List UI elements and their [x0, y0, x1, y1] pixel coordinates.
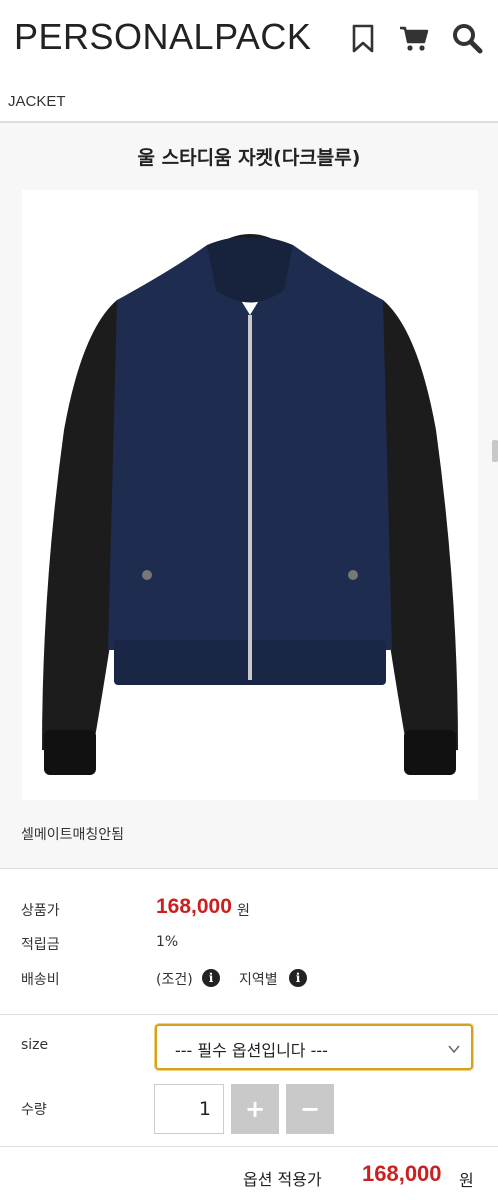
quantity-input[interactable]: 1 [154, 1084, 224, 1134]
size-label: size [21, 1037, 49, 1053]
product-image[interactable] [22, 190, 478, 800]
breadcrumb[interactable]: JACKET [8, 93, 66, 110]
divider [0, 1146, 498, 1147]
points-label: 적립금 [21, 937, 60, 953]
site-logo[interactable]: PERSONALPACK [14, 16, 311, 58]
quantity-minus-button[interactable]: − [286, 1084, 334, 1134]
quantity-label: 수량 [21, 1102, 47, 1118]
size-select-value: --- 필수 옵션입니다 --- [175, 1041, 328, 1060]
price-unit: 원 [237, 903, 250, 919]
size-select[interactable]: --- 필수 옵션입니다 --- [155, 1024, 473, 1070]
quantity-plus-button[interactable]: + [231, 1084, 279, 1134]
product-title: 울 스타디움 자켓(다크블루) [137, 147, 361, 169]
info-icon[interactable]: i [202, 969, 220, 987]
price-value: 168,000 [156, 895, 232, 918]
info-icon[interactable]: i [289, 969, 307, 987]
divider [0, 1014, 498, 1015]
top-header: PERSONALPACK [0, 0, 498, 75]
total-price: 168,000 [362, 1161, 442, 1186]
bookmark-icon[interactable] [347, 22, 379, 54]
search-icon[interactable] [451, 22, 483, 54]
quantity-value: 1 [198, 1098, 211, 1120]
points-value: 1% [156, 934, 179, 950]
total-unit: 원 [459, 1171, 474, 1190]
shipping-condition: (조건) [156, 972, 193, 988]
shipping-region: 지역별 [239, 972, 278, 988]
total-label: 옵션 적용가 [243, 1170, 322, 1189]
product-caption: 셀메이트매칭안됨 [21, 827, 125, 843]
price-label: 상품가 [21, 903, 60, 919]
chevron-down-icon [447, 1041, 461, 1055]
cart-icon[interactable] [398, 22, 430, 54]
divider [0, 868, 498, 869]
scroll-handle[interactable] [492, 440, 498, 462]
shipping-label: 배송비 [21, 972, 60, 988]
